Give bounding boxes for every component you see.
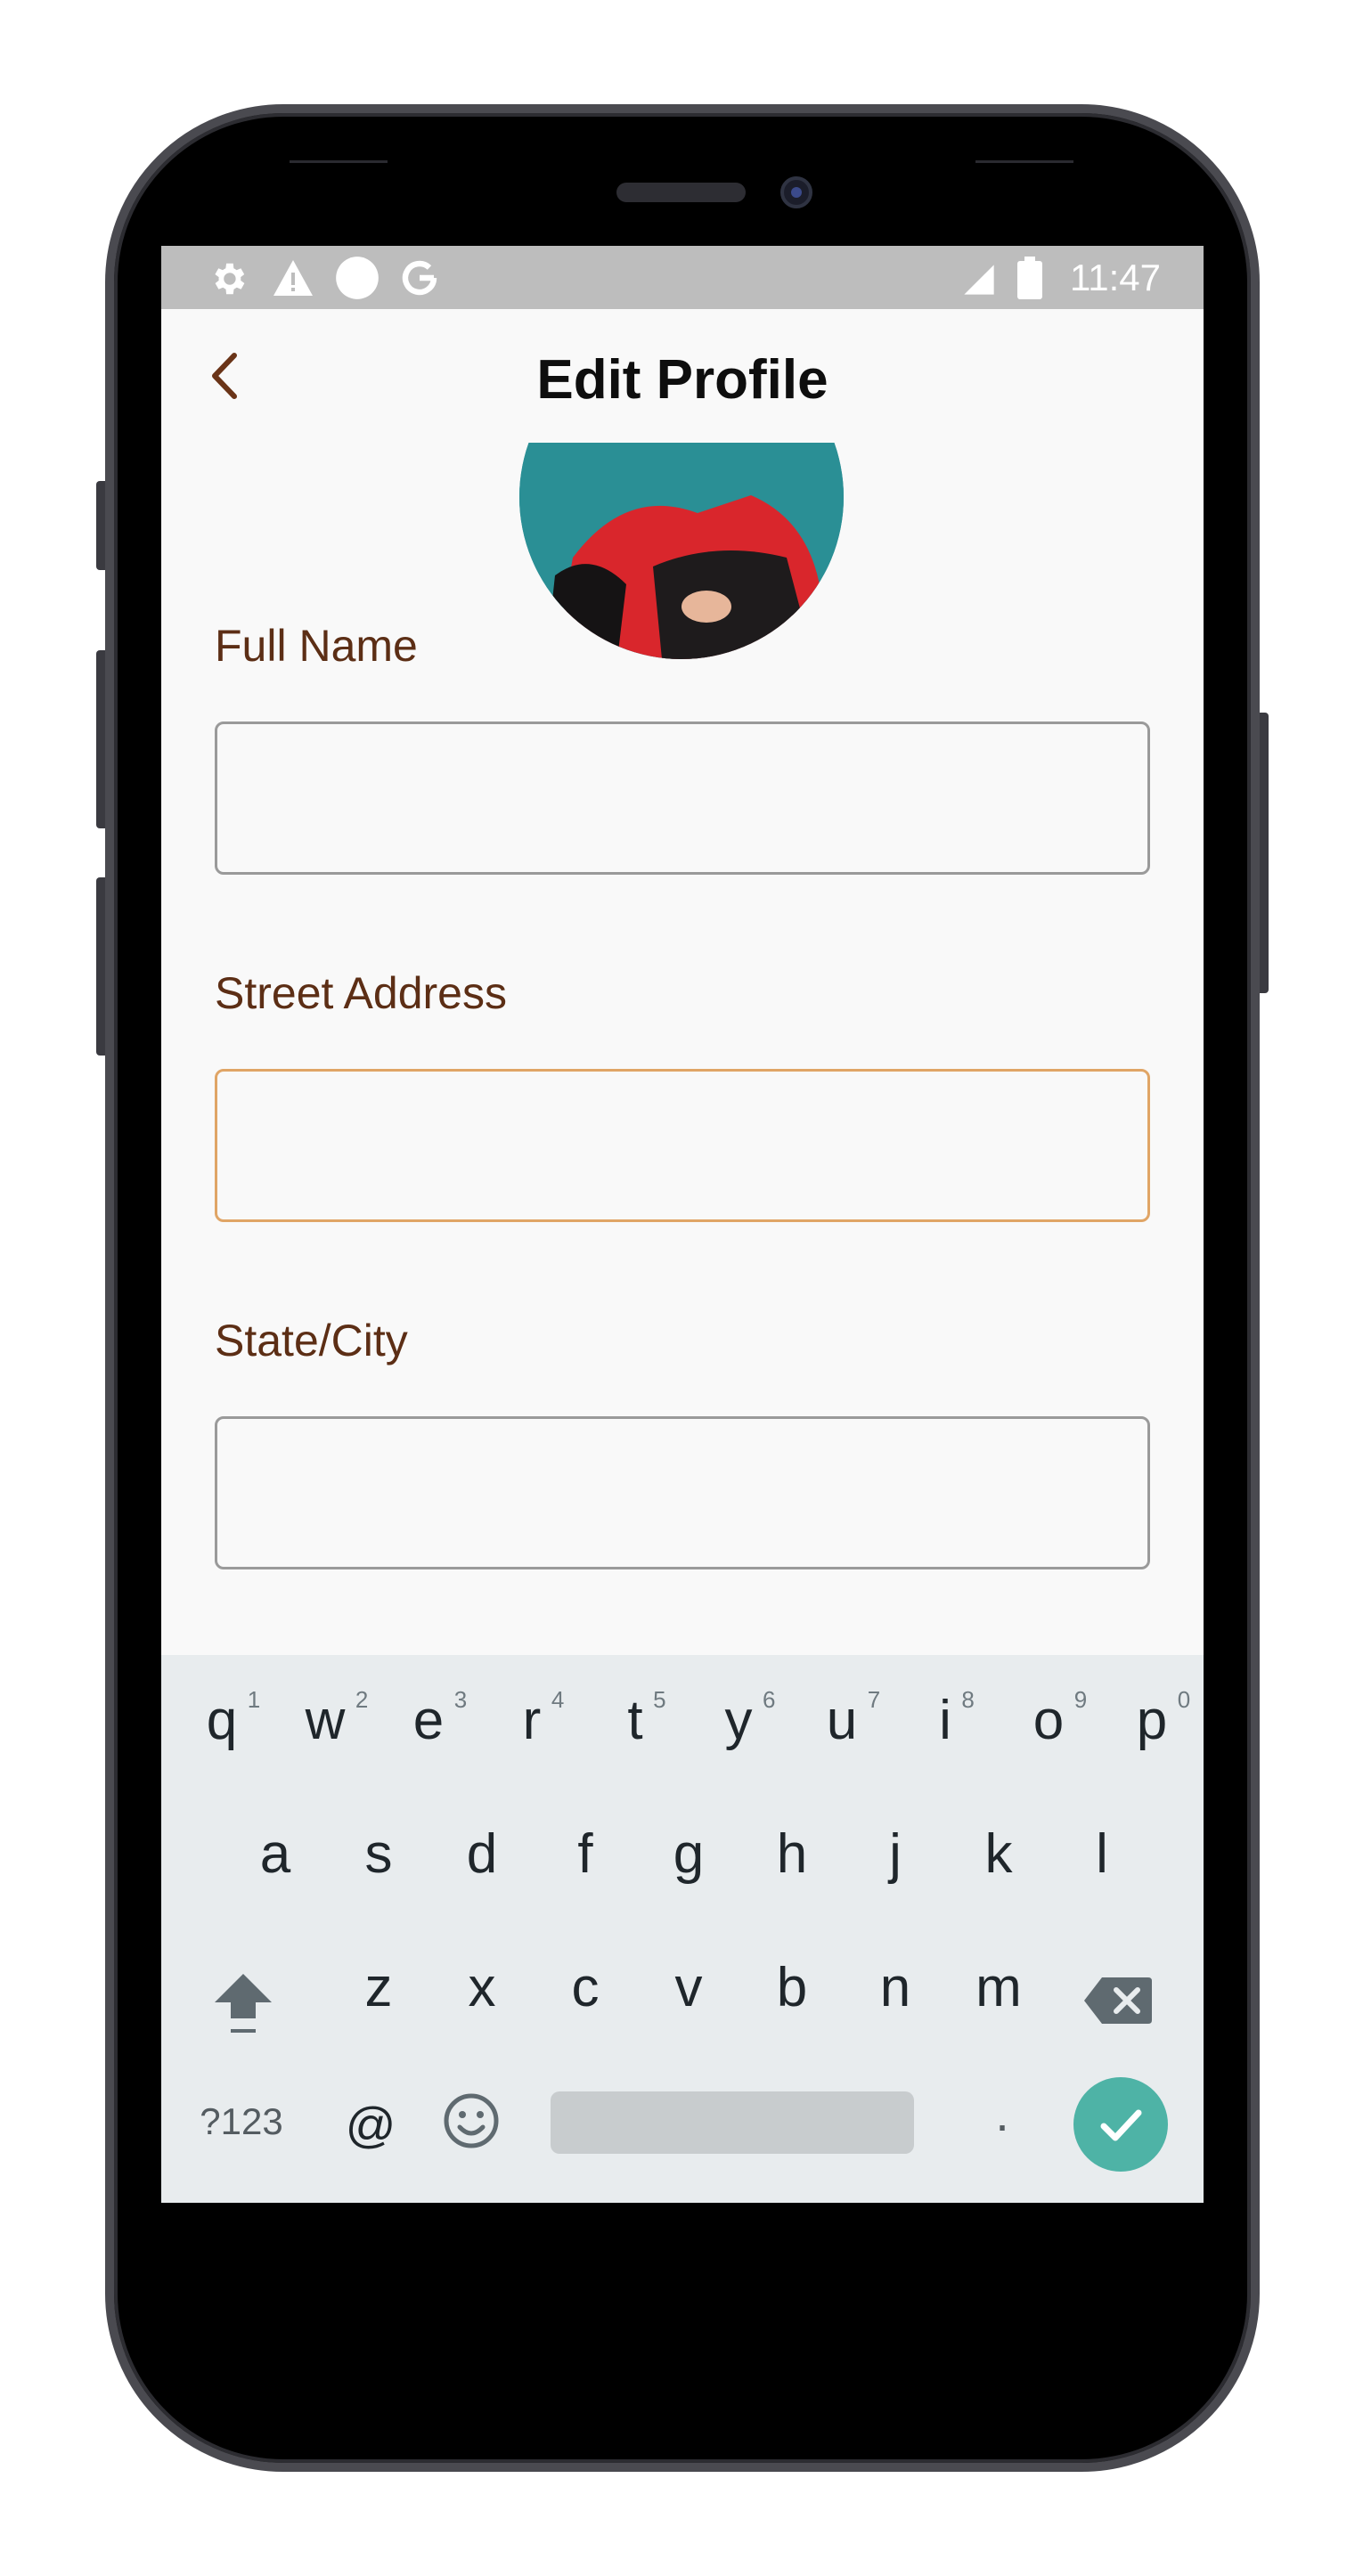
- key-o[interactable]: o9: [1022, 1686, 1087, 1752]
- shift-icon: [215, 1974, 272, 2033]
- key-y[interactable]: y6: [712, 1686, 776, 1752]
- key-b[interactable]: b: [765, 1956, 819, 2019]
- soft-keyboard: q1w2e3r4t5y6u7i8o9p0 asdfghjkl zxcvbnm ?…: [161, 1655, 1204, 2203]
- key-a[interactable]: a: [249, 1822, 302, 1886]
- key-number-hint: 5: [653, 1686, 666, 1713]
- key-d[interactable]: d: [455, 1822, 509, 1886]
- gear-icon: [215, 263, 245, 295]
- signal-icon: [964, 265, 994, 295]
- status-bar: 11:47: [161, 246, 1204, 309]
- key-n[interactable]: n: [869, 1956, 922, 2019]
- key-u[interactable]: u7: [815, 1686, 880, 1752]
- space-key[interactable]: [551, 2091, 914, 2154]
- check-icon: [1100, 2109, 1142, 2141]
- key-label: t: [627, 1690, 643, 1751]
- shift-key[interactable]: [208, 1967, 279, 2038]
- key-number-hint: 7: [867, 1686, 881, 1713]
- full-name-label: Full Name: [215, 621, 418, 671]
- key-g[interactable]: g: [662, 1822, 715, 1886]
- phone-speaker: [616, 183, 746, 202]
- warning-icon: [273, 260, 313, 296]
- key-f[interactable]: f: [559, 1822, 612, 1886]
- full-name-input[interactable]: [215, 721, 1150, 875]
- key-x[interactable]: x: [455, 1956, 509, 2019]
- key-number-hint: 2: [355, 1686, 369, 1713]
- key-t[interactable]: t5: [608, 1686, 666, 1752]
- key-q[interactable]: q1: [195, 1686, 260, 1752]
- key-i[interactable]: i8: [918, 1686, 975, 1752]
- key-label: o: [1032, 1690, 1065, 1751]
- key-number-hint: 4: [551, 1686, 565, 1713]
- key-h[interactable]: h: [765, 1822, 819, 1886]
- key-r[interactable]: r4: [505, 1686, 565, 1752]
- key-number-hint: 3: [453, 1686, 468, 1713]
- key-label: e: [412, 1690, 445, 1751]
- period-key[interactable]: .: [975, 2084, 1029, 2142]
- key-m[interactable]: m: [972, 1956, 1025, 2019]
- key-label: p: [1136, 1690, 1168, 1751]
- state-city-label: State/City: [215, 1316, 408, 1365]
- backspace-key[interactable]: [1082, 1974, 1154, 2027]
- key-label: r: [522, 1690, 542, 1751]
- key-number-hint: 0: [1177, 1686, 1191, 1713]
- google-icon: [402, 260, 437, 296]
- key-number-hint: 8: [961, 1686, 975, 1713]
- spacebar-row: [161, 2088, 1204, 2159]
- key-label: i: [939, 1690, 951, 1751]
- key-label: w: [305, 1690, 346, 1751]
- key-c[interactable]: c: [559, 1956, 612, 2019]
- key-s[interactable]: s: [352, 1822, 405, 1886]
- key-z[interactable]: z: [352, 1956, 405, 2019]
- app-header: Edit Profile: [161, 309, 1204, 443]
- key-l[interactable]: l: [1075, 1822, 1129, 1886]
- key-j[interactable]: j: [869, 1822, 922, 1886]
- street-address-label: Street Address: [215, 968, 507, 1018]
- key-label: q: [206, 1690, 238, 1751]
- key-k[interactable]: k: [972, 1822, 1025, 1886]
- status-time: 11:47: [1070, 257, 1161, 298]
- key-label: y: [724, 1690, 753, 1751]
- state-city-input[interactable]: [215, 1416, 1150, 1569]
- key-number-hint: 1: [247, 1686, 261, 1713]
- key-w[interactable]: w2: [298, 1686, 369, 1752]
- app-screen: 11:47 Edit Profile Full Name Street Addr…: [161, 246, 1204, 2203]
- front-camera: [780, 176, 812, 208]
- key-p[interactable]: p0: [1125, 1686, 1190, 1752]
- phone-sensor-line: [290, 160, 388, 163]
- key-number-hint: 6: [763, 1686, 776, 1713]
- page-title: Edit Profile: [536, 349, 828, 411]
- key-e[interactable]: e3: [402, 1686, 467, 1752]
- enter-key[interactable]: [1073, 2077, 1168, 2172]
- street-address-input[interactable]: [215, 1069, 1150, 1222]
- battery-icon: [1017, 257, 1042, 299]
- circle-icon: [336, 257, 379, 299]
- phone-sensor-line: [975, 160, 1073, 163]
- key-v[interactable]: v: [662, 1956, 715, 2019]
- key-number-hint: 9: [1073, 1686, 1088, 1713]
- backspace-icon: [1084, 1977, 1152, 2024]
- key-label: u: [826, 1690, 858, 1751]
